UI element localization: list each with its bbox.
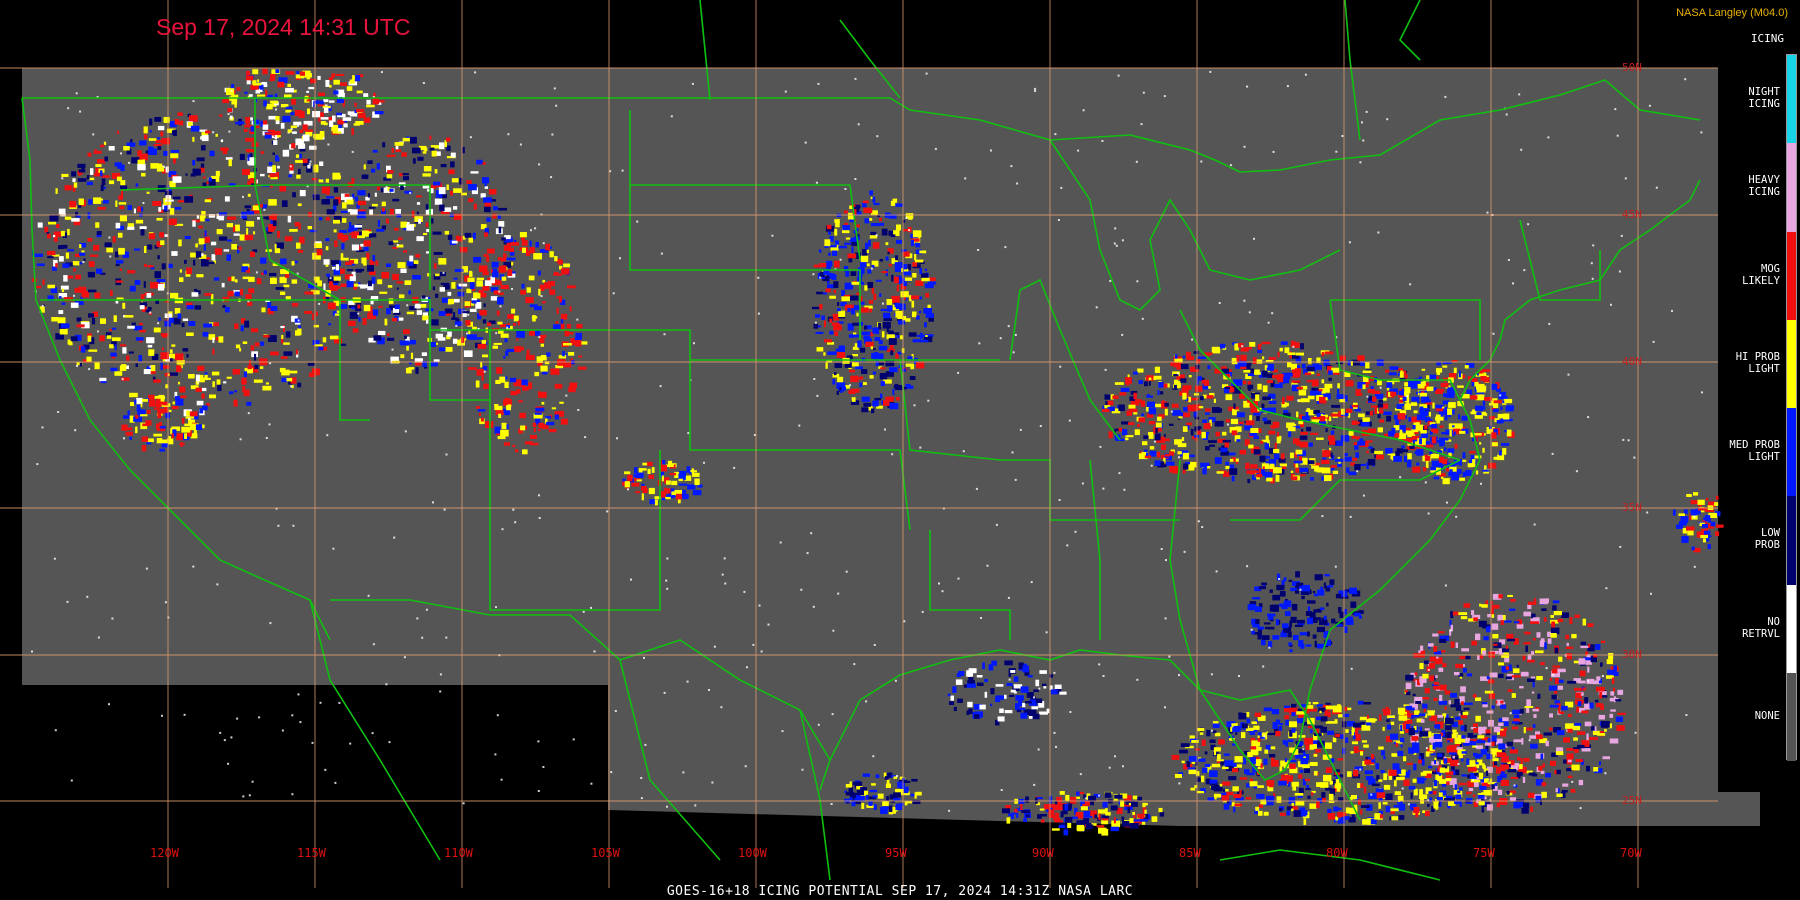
lon-label-105w: 105W [591,846,620,860]
lon-label-90w: 90W [1032,846,1054,860]
credit-label: NASA Langley (M04.0) [1676,7,1788,19]
legend-label: LOW PROB [1754,527,1780,552]
legend-swatch [1787,55,1796,144]
legend-label: NO RETRVL [1742,615,1780,640]
legend-swatch [1787,143,1796,232]
lon-label-100w: 100W [738,846,767,860]
legend-swatch [1787,584,1796,673]
lon-label-115w: 115W [297,846,326,860]
lon-label-110w: 110W [444,846,473,860]
lon-label-120w: 120W [150,846,179,860]
timestamp: Sep 17, 2024 14:31 UTC [156,14,411,40]
footer-caption: GOES-16+18 ICING POTENTIAL SEP 17, 2024 … [666,884,1134,899]
lon-label-75w: 75W [1473,846,1495,860]
icing-map [0,0,1760,888]
legend-swatch [1787,672,1796,761]
lon-label-85w: 85W [1179,846,1201,860]
legend-title: ICING [1750,32,1784,45]
legend-swatch [1787,319,1796,408]
lat-label-45n: 45N [1622,208,1642,221]
lat-label-30n: 30N [1622,648,1642,661]
lon-label-80w: 80W [1326,846,1348,860]
legend-color-bar [1786,54,1797,761]
legend-swatch [1787,231,1796,320]
legend-label: MED PROB LIGHT [1729,439,1780,464]
legend-label: HEAVY ICING [1748,174,1780,199]
legend-label: NONE [1754,709,1780,722]
lon-label-95w: 95W [885,846,907,860]
lat-label-40n: 40N [1622,355,1642,368]
legend-swatch [1787,408,1796,497]
legend-label: HI PROB LIGHT [1735,350,1780,375]
legend-label: MOG LIKELY [1742,262,1780,287]
legend-label: NIGHT ICING [1748,86,1780,111]
lat-label-50n: 50N [1622,61,1642,74]
lon-label-70w: 70W [1620,846,1642,860]
legend-swatch [1787,496,1796,585]
lat-label-25n: 25N [1622,794,1642,807]
lat-label-35n: 35N [1622,501,1642,514]
data-coverage-area [22,68,1760,826]
